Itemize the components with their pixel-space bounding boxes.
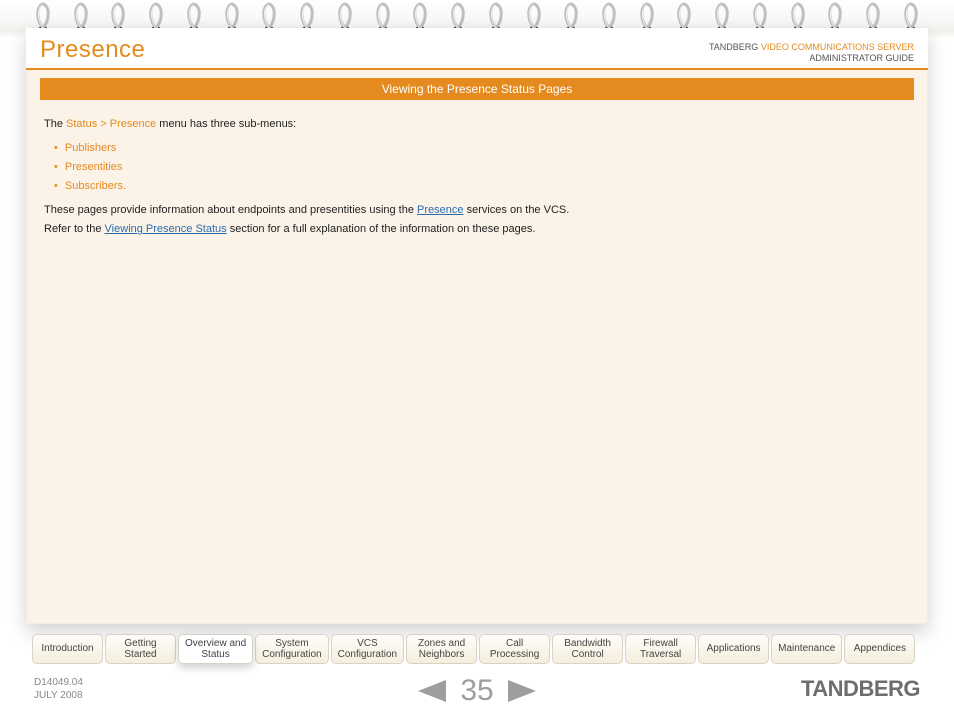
- presence-link[interactable]: Presence: [417, 204, 463, 216]
- next-page-button[interactable]: [508, 680, 536, 702]
- list-item: Subscribers.: [54, 177, 910, 196]
- page-card: Presence TANDBERG VIDEO COMMUNICATIONS S…: [26, 28, 928, 624]
- submenu-list: PublishersPresentitiesSubscribers.: [44, 135, 910, 200]
- page-header-area: Presence TANDBERG VIDEO COMMUNICATIONS S…: [26, 28, 928, 70]
- p2-post: services on the VCS.: [464, 204, 570, 216]
- footer-brand-logo: TANDBERG: [801, 676, 920, 702]
- intro-prefix: The: [44, 118, 66, 130]
- prev-page-button[interactable]: [418, 680, 446, 702]
- intro-paragraph: The Status > Presence menu has three sub…: [44, 116, 910, 133]
- brand-prefix: TANDBERG: [709, 42, 761, 52]
- tab-zones-and-neighbors[interactable]: Zones andNeighbors: [406, 634, 477, 664]
- tab-bandwidth-control[interactable]: BandwidthControl: [552, 634, 623, 664]
- p2-pre: These pages provide information about en…: [44, 204, 417, 216]
- viewing-presence-status-link[interactable]: Viewing Presence Status: [105, 223, 227, 235]
- tab-applications[interactable]: Applications: [698, 634, 769, 664]
- tab-overview-and-status[interactable]: Overview andStatus: [178, 634, 253, 664]
- page-title: Presence: [40, 36, 145, 64]
- list-item: Publishers: [54, 139, 910, 158]
- tab-appendices[interactable]: Appendices: [844, 634, 915, 664]
- tab-vcs-configuration[interactable]: VCSConfiguration: [331, 634, 404, 664]
- paragraph-2: These pages provide information about en…: [44, 202, 910, 219]
- tab-system-configuration[interactable]: SystemConfiguration: [255, 634, 328, 664]
- bottom-tab-bar: IntroductionGettingStartedOverview andSt…: [32, 634, 915, 664]
- tab-introduction[interactable]: Introduction: [32, 634, 103, 664]
- brand-product: VIDEO COMMUNICATIONS SERVER: [761, 42, 914, 52]
- tab-firewall-traversal[interactable]: FirewallTraversal: [625, 634, 696, 664]
- brand-line1: TANDBERG VIDEO COMMUNICATIONS SERVER: [709, 42, 914, 53]
- intro-suffix: menu has three sub-menus:: [156, 118, 296, 130]
- header-brand: TANDBERG VIDEO COMMUNICATIONS SERVER ADM…: [709, 42, 914, 65]
- p3-pre: Refer to the: [44, 223, 105, 235]
- section-banner: Viewing the Presence Status Pages: [40, 78, 914, 100]
- tab-maintenance[interactable]: Maintenance: [771, 634, 842, 664]
- tab-call-processing[interactable]: CallProcessing: [479, 634, 550, 664]
- paragraph-3: Refer to the Viewing Presence Status sec…: [44, 221, 910, 238]
- content-body: The Status > Presence menu has three sub…: [26, 100, 928, 254]
- page-number: 35: [460, 674, 493, 708]
- brand-line2: ADMINISTRATOR GUIDE: [709, 53, 914, 64]
- menu-path: Status > Presence: [66, 118, 156, 130]
- header-row: Presence TANDBERG VIDEO COMMUNICATIONS S…: [40, 36, 914, 68]
- tab-getting-started[interactable]: GettingStarted: [105, 634, 176, 664]
- p3-post: section for a full explanation of the in…: [227, 223, 536, 235]
- list-item: Presentities: [54, 158, 910, 177]
- document-page: Presence TANDBERG VIDEO COMMUNICATIONS S…: [0, 0, 954, 718]
